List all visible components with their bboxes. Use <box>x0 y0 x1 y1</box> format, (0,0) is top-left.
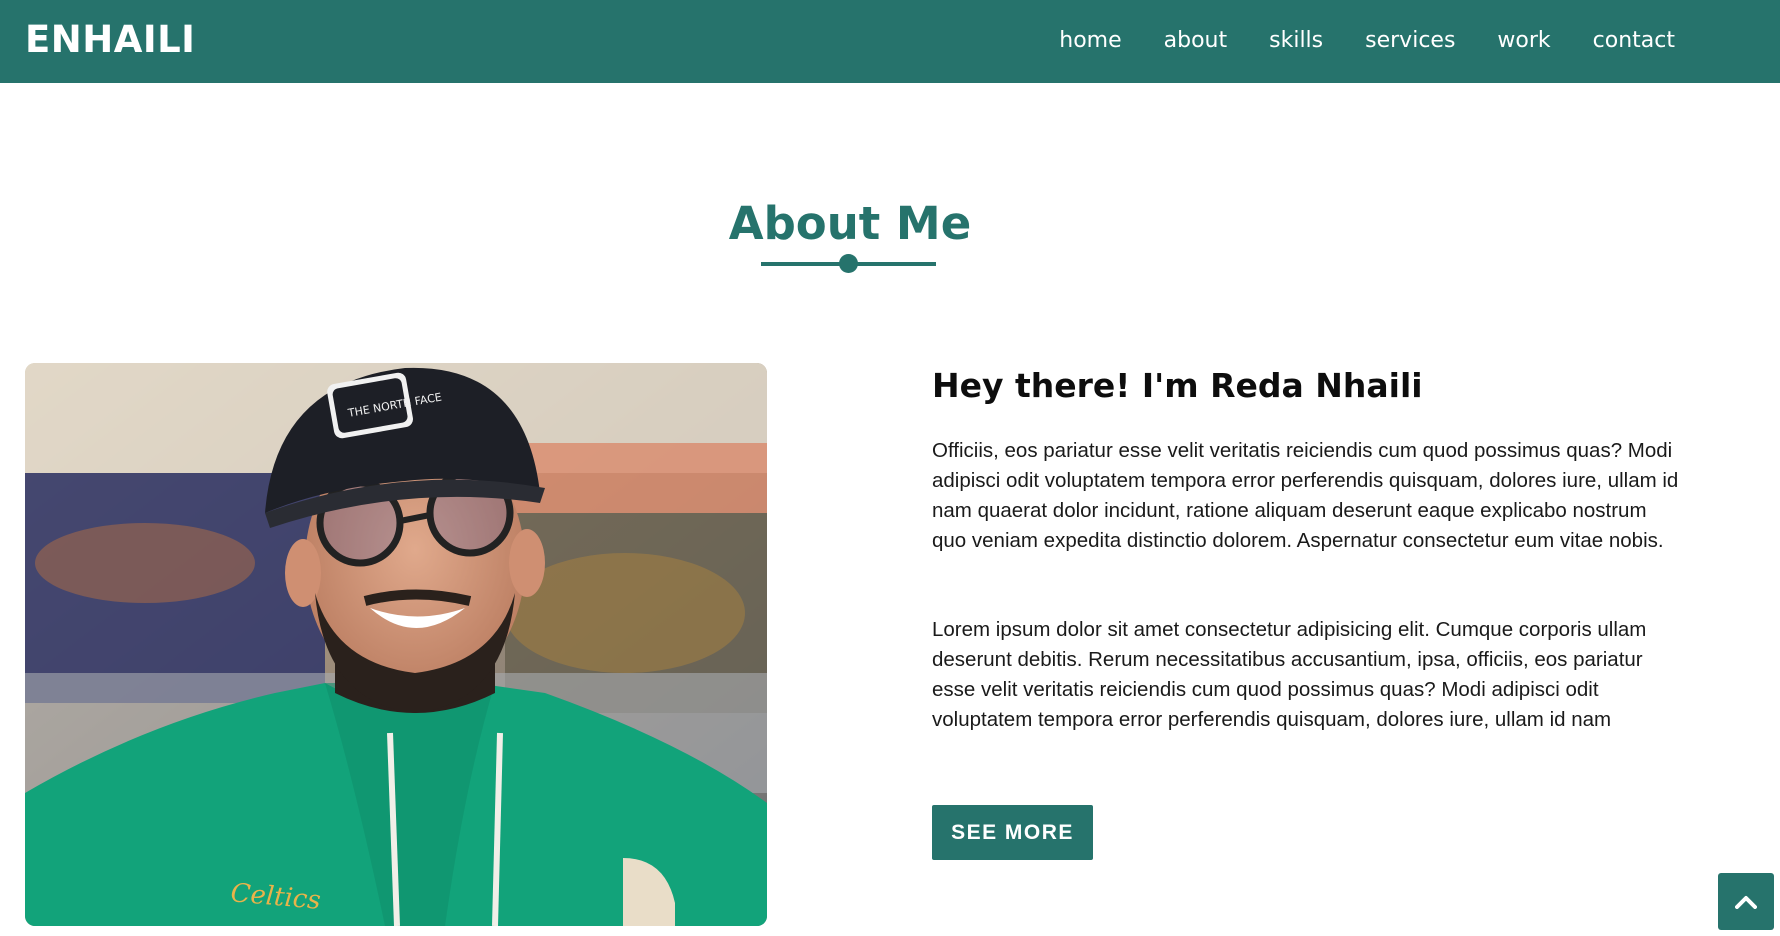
nav-link-skills[interactable]: skills <box>1269 27 1323 55</box>
navbar: ENHAILI home about skills services work … <box>0 0 1780 83</box>
nav-link-work[interactable]: work <box>1497 27 1550 55</box>
title-dot <box>839 254 858 273</box>
brand-logo[interactable]: ENHAILI <box>25 18 195 61</box>
about-headline: Hey there! I'm Reda Nhaili <box>932 366 1423 405</box>
nav-link-home[interactable]: home <box>1059 27 1121 55</box>
chevron-up-icon <box>1735 895 1757 909</box>
nav-link-about[interactable]: about <box>1164 27 1227 55</box>
section-title: About Me <box>728 197 972 250</box>
about-paragraph-1: Officiis, eos pariatur esse velit verita… <box>932 439 1679 552</box>
nav-link-services[interactable]: services <box>1365 27 1455 55</box>
scroll-top-button[interactable] <box>1718 873 1774 930</box>
nav-links: home about skills services work contact <box>1017 27 1675 55</box>
about-paragraph-2: Lorem ipsum dolor sit amet consectetur a… <box>932 618 1647 731</box>
see-more-button[interactable]: SEE MORE <box>932 805 1093 860</box>
nav-link-contact[interactable]: contact <box>1593 27 1675 55</box>
profile-photo: THE NORTH FACE Celtics <box>25 363 767 926</box>
